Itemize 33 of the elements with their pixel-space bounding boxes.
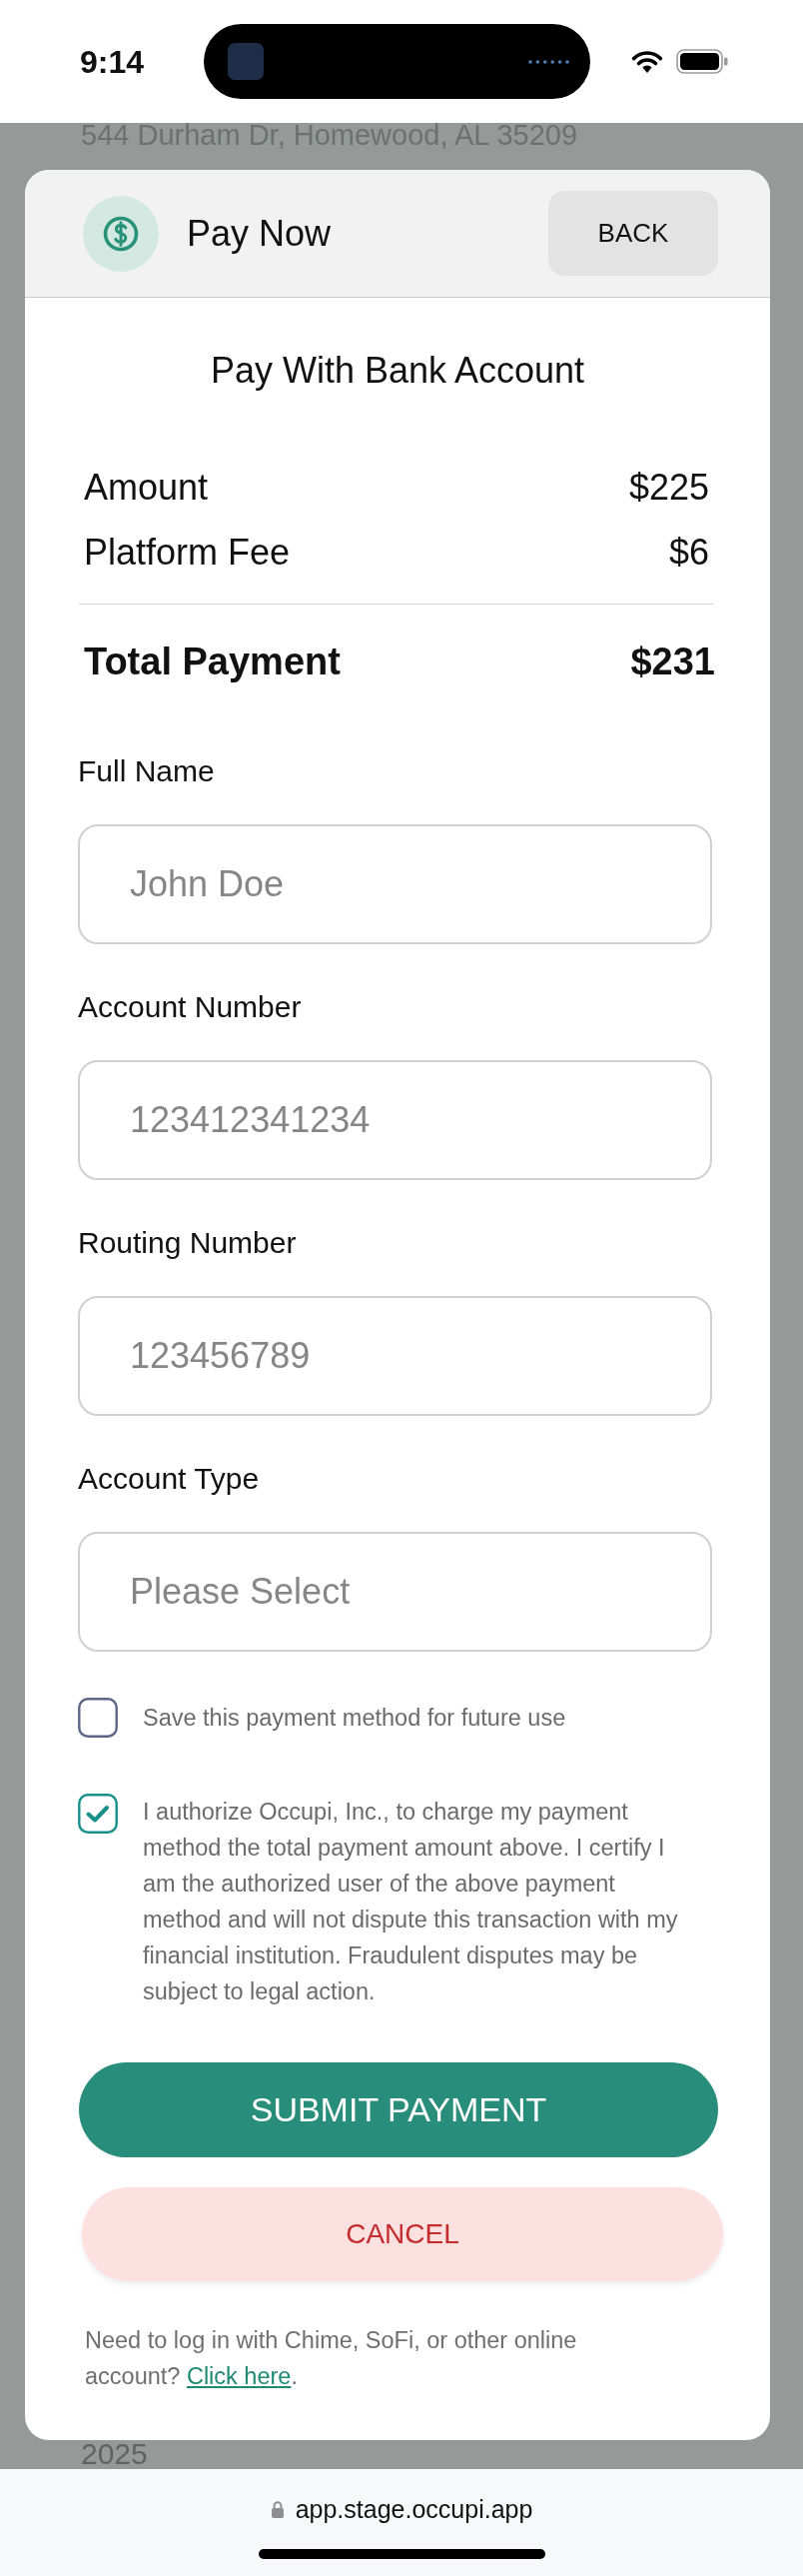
thumbnail-placeholder — [228, 43, 264, 80]
section-heading: Pay With Bank Account — [209, 349, 586, 393]
submit-payment-button[interactable]: SUBMIT PAYMENT — [79, 2062, 718, 2157]
summary-value: $225 — [628, 465, 709, 510]
battery-icon — [676, 49, 728, 74]
field-label: Account Number — [78, 989, 303, 1025]
back-button[interactable]: BACK — [548, 191, 718, 276]
click-here-link[interactable]: Click here — [186, 2363, 292, 2389]
total-label: Total Payment — [84, 640, 341, 684]
login-help-text: Need to log in with Chime, SoFi, or other online account? Click here. — [85, 2326, 578, 2391]
field-label: Account Type — [78, 1461, 261, 1497]
field-label: Routing Number — [78, 1225, 298, 1261]
checkbox-label: Save this payment method for future use — [143, 1704, 567, 1733]
dollar-icon — [83, 195, 159, 272]
checkbox[interactable] — [78, 1698, 118, 1738]
input-field[interactable]: Please Select — [78, 1532, 712, 1652]
total-value: $231 — [630, 640, 715, 684]
modal-title: Pay Now — [187, 211, 332, 256]
url-text[interactable]: app.stage.occupi.app — [295, 2493, 533, 2525]
input-field[interactable]: 123412341234 — [78, 1060, 712, 1180]
lock-icon — [270, 2500, 285, 2518]
summary-label: Platform Fee — [84, 530, 291, 575]
wifi-icon — [631, 49, 663, 74]
field-label: Full Name — [78, 753, 216, 789]
summary-value: $6 — [668, 530, 709, 575]
input-field[interactable]: John Doe — [78, 824, 712, 944]
dots-icon — [528, 59, 569, 64]
input-field[interactable]: 123456789 — [78, 1296, 712, 1416]
checkbox-label: I authorize Occupi, Inc., to charge my payment method the total payment amount above. I certify I am the authorized user of the above payment method and will not dispute this transaction with my financial institution. Fraudulent disputes may be subject to legal action. — [143, 1798, 679, 2006]
cancel-button[interactable]: CANCEL — [82, 2187, 723, 2281]
checkbox[interactable] — [78, 1794, 118, 1834]
status-time: 9:14 — [80, 43, 145, 80]
summary-label: Amount — [84, 465, 209, 510]
